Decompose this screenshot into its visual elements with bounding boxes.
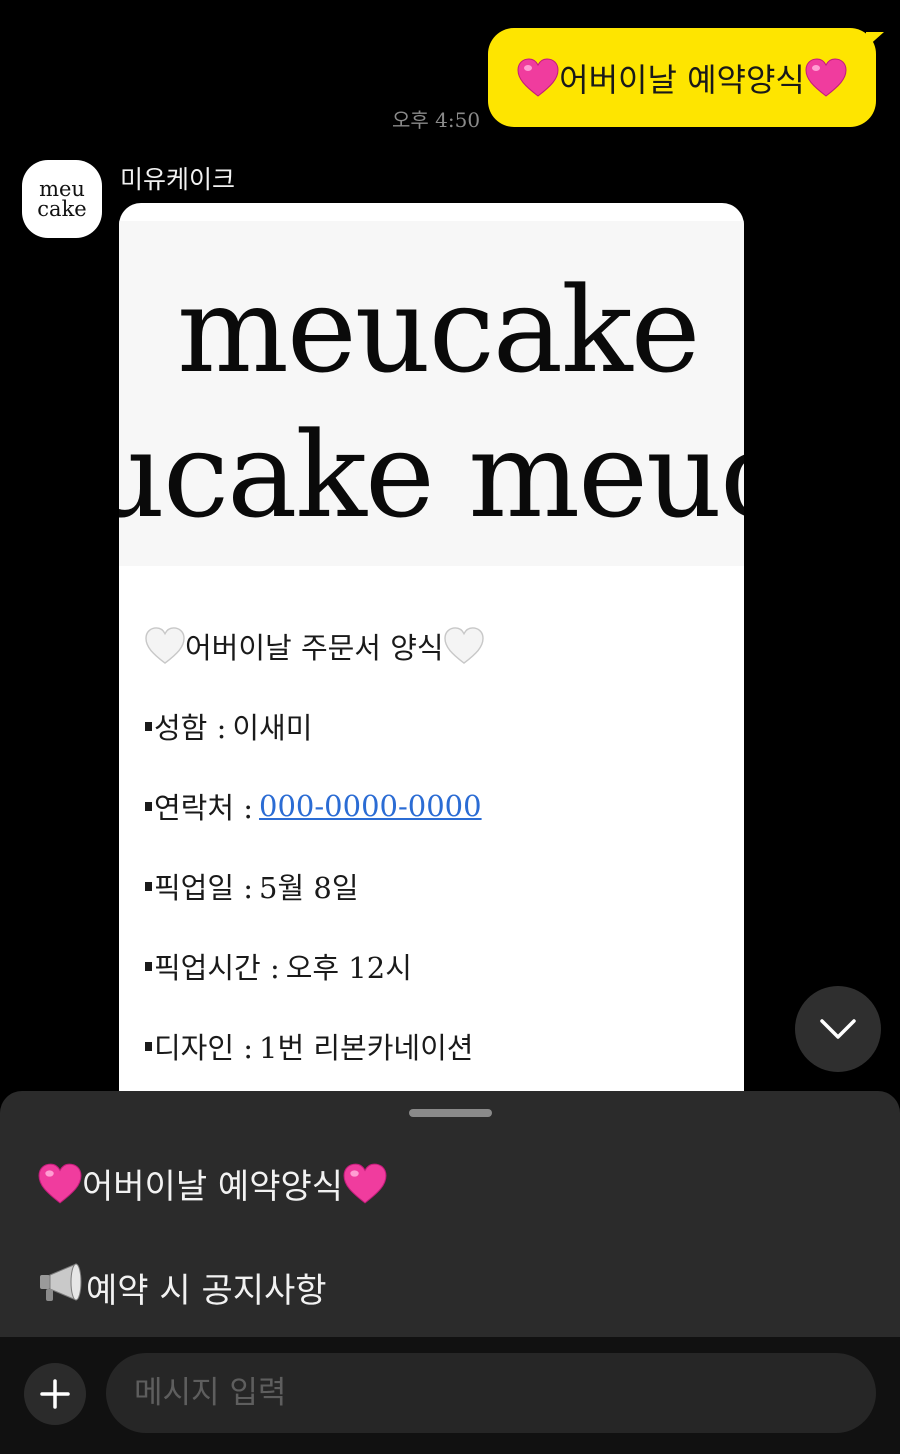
bullet [145, 1041, 152, 1051]
message-composer [0, 1337, 900, 1454]
form-title: 어버이날 주문서 양식 [145, 621, 725, 671]
card-banner-image: meucake ucake meuc [119, 221, 744, 566]
order-form: 어버이날 주문서 양식 성함 : 이새미 연락처 : 000-0000-0000… [145, 621, 725, 1071]
bullet [145, 881, 152, 891]
form-row-contact: 연락처 : 000-0000-0000 [145, 781, 725, 831]
outgoing-message-text: 어버이날 예약양식 [559, 60, 805, 99]
phone-number-link[interactable]: 000-0000-0000 [259, 789, 482, 823]
pink-heart-icon [343, 1163, 387, 1205]
form-row-pickup-date: 픽업일 : 5월 8일 [145, 861, 725, 911]
form-value: 1번 리본카네이션 [259, 1031, 474, 1065]
form-title-text: 어버이날 주문서 양식 [185, 631, 444, 665]
sender-name: 미유케이크 [120, 165, 236, 194]
message-input[interactable] [106, 1353, 876, 1433]
megaphone-icon [38, 1261, 86, 1314]
form-value: 5월 8일 [259, 871, 359, 905]
bullet [145, 961, 152, 971]
form-label: 픽업일 : [154, 871, 254, 905]
form-value: 오후 12시 [285, 951, 412, 985]
sheet-drag-handle[interactable] [409, 1109, 492, 1117]
form-row-pickup-time: 픽업시간 : 오후 12시 [145, 941, 725, 991]
chevron-down-icon [820, 1019, 856, 1039]
pink-heart-icon [38, 1163, 82, 1205]
form-value: 이새미 [232, 711, 313, 745]
banner-text-line-2: ucake meuc [119, 406, 744, 544]
quick-reply-item-notice[interactable]: 예약 시 공지사항 [38, 1261, 327, 1314]
bullet [145, 721, 152, 731]
pink-heart-icon [517, 57, 559, 98]
form-label: 디자인 : [154, 1031, 254, 1065]
bullet [145, 801, 152, 811]
quick-reply-item-mothers-day[interactable]: 어버이날 예약양식 [38, 1159, 387, 1208]
plus-icon [40, 1379, 70, 1409]
form-label: 픽업시간 : [154, 951, 280, 985]
form-label: 연락처 : [154, 791, 254, 825]
incoming-message-card[interactable]: meucake ucake meuc 어버이날 주문서 양식 성함 : 이새미 [119, 203, 744, 1103]
form-row-design: 디자인 : 1번 리본카네이션 [145, 1021, 725, 1071]
form-row-name: 성함 : 이새미 [145, 701, 725, 751]
avatar[interactable]: meu cake [22, 160, 102, 238]
chat-screen: 어버이날 예약양식 오후 4:50 meu cake 미유케이크 meucake… [0, 0, 900, 1454]
avatar-text-top: meu [39, 177, 85, 201]
quick-reply-sheet: 어버이날 예약양식 예약 시 공지사항 [0, 1091, 900, 1337]
white-heart-icon [443, 627, 484, 665]
scroll-to-bottom-button[interactable] [795, 986, 881, 1072]
avatar-text-bottom: cake [37, 197, 87, 221]
quick-reply-label: 어버이날 예약양식 [82, 1167, 344, 1207]
form-label: 성함 : [154, 711, 227, 745]
outgoing-message-bubble[interactable]: 어버이날 예약양식 [488, 28, 884, 127]
banner-text-line-1: meucake [177, 261, 700, 399]
message-timestamp: 오후 4:50 [392, 108, 481, 132]
quick-reply-label: 예약 시 공지사항 [86, 1271, 327, 1311]
add-attachment-button[interactable] [24, 1363, 86, 1425]
white-heart-icon [145, 627, 185, 665]
bubble-tail [866, 32, 884, 48]
pink-heart-icon [805, 57, 847, 98]
